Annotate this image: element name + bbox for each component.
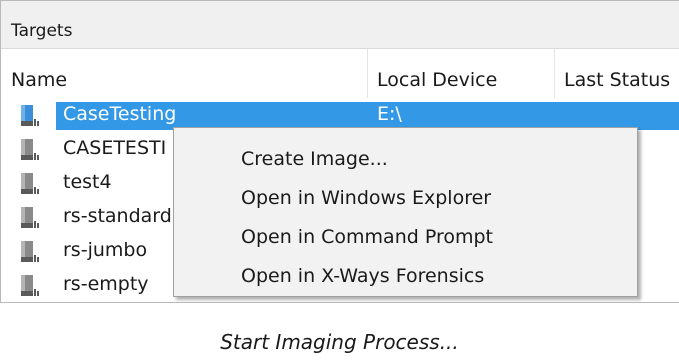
target-local-device: E:\ xyxy=(377,103,402,125)
menu-item-label: Open in Windows Explorer xyxy=(241,187,492,209)
target-name: CASETESTI xyxy=(63,137,167,159)
target-name: rs-empty xyxy=(63,273,149,295)
column-header-name-label: Name xyxy=(11,69,68,91)
disk-drive-icon xyxy=(21,173,39,194)
context-menu: Create Image... Open in Windows Explorer… xyxy=(173,127,638,297)
column-header-last-status[interactable]: Last Status xyxy=(554,49,679,98)
menu-item-open-command-prompt[interactable]: Open in Command Prompt xyxy=(174,220,637,258)
panel-header: Targets xyxy=(1,1,679,49)
targets-panel: Targets Name Local Device Last Status Ca… xyxy=(0,0,679,303)
disk-drive-icon xyxy=(21,207,39,228)
column-header-name[interactable]: Name xyxy=(1,49,367,98)
column-header-local-device[interactable]: Local Device xyxy=(367,49,555,98)
column-header-local-device-label: Local Device xyxy=(377,69,498,91)
menu-item-label: Open in X-Ways Forensics xyxy=(241,265,485,287)
figure-caption: Start Imaging Process... xyxy=(220,330,459,354)
menu-item-open-x-ways-forensics[interactable]: Open in X-Ways Forensics xyxy=(174,259,637,297)
menu-item-open-windows-explorer[interactable]: Open in Windows Explorer xyxy=(174,181,637,219)
target-name: rs-standard xyxy=(63,205,172,227)
disk-drive-icon xyxy=(21,105,39,126)
menu-item-create-image[interactable]: Create Image... xyxy=(174,142,637,180)
disk-drive-icon xyxy=(21,139,39,160)
target-name: rs-jumbo xyxy=(63,239,148,261)
target-name: test4 xyxy=(63,171,112,193)
panel-title: Targets xyxy=(11,21,73,41)
column-header-row: Name Local Device Last Status xyxy=(1,49,679,98)
target-name: CaseTesting xyxy=(63,103,177,125)
menu-item-label: Create Image... xyxy=(241,148,388,170)
disk-drive-icon xyxy=(21,241,39,262)
column-header-last-status-label: Last Status xyxy=(564,69,671,91)
menu-item-label: Open in Command Prompt xyxy=(241,226,494,248)
disk-drive-icon xyxy=(21,275,39,296)
